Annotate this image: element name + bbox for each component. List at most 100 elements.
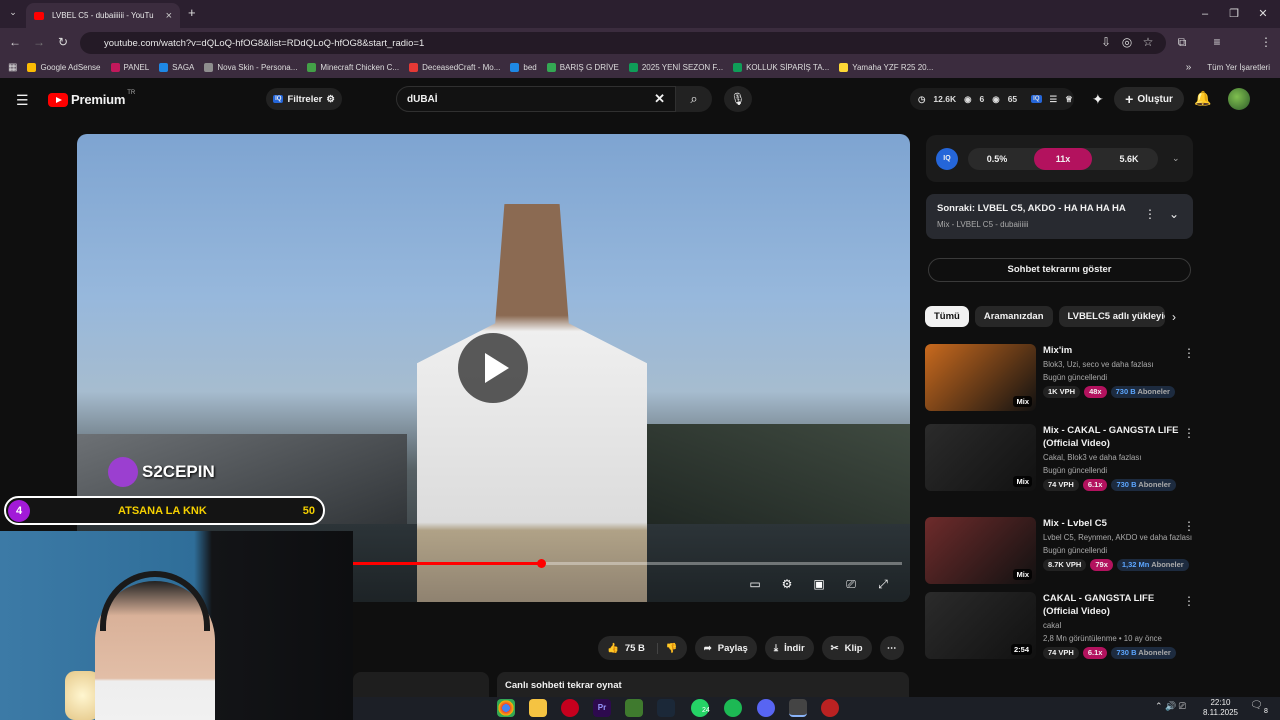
cast-icon[interactable]: ⎚	[841, 576, 861, 592]
chip-all[interactable]: Tümü	[925, 306, 969, 327]
minecraft-taskbar-icon[interactable]	[625, 699, 643, 717]
rec-thumbnail[interactable]: Mix	[925, 344, 1036, 411]
notification-icon[interactable]: 🗨	[1250, 700, 1263, 711]
up-next-panel[interactable]: Sonraki: LVBEL C5, AKDO - HA HA HA HA Mi…	[926, 194, 1193, 239]
back-icon[interactable]: ←	[7, 34, 23, 50]
clip-button[interactable]: ✂ Klip	[821, 636, 872, 660]
youtube-logo[interactable]: Premium TR	[48, 90, 135, 107]
browser-tab-active[interactable]: LVBEL C5 - dubaiiiiii - YouTu ×	[26, 3, 180, 28]
tab-close-icon[interactable]: ×	[166, 10, 172, 22]
bookmark-star-icon[interactable]: ☆	[1140, 34, 1156, 50]
extension-icon[interactable]: ✦	[1092, 91, 1104, 108]
filters-button[interactable]: IQ Filtreler ⚙	[266, 88, 342, 110]
rec-title[interactable]: Mix - Lvbel C5	[1043, 517, 1183, 530]
tracking-icon[interactable]: ◎	[1119, 34, 1135, 50]
miniplayer-icon[interactable]: ▣	[809, 576, 829, 592]
tray-icons[interactable]: ⌃ 🔊 ⎚	[1155, 701, 1186, 712]
recommendation-item[interactable]: Mix Mix - CAKAL - GANGSTA LIFE (Official …	[925, 424, 1195, 494]
chrome-active-taskbar-icon[interactable]	[789, 699, 807, 717]
share-button[interactable]: ➦ Paylaş	[694, 636, 757, 660]
search-input[interactable]: dUBAİ ✕	[396, 86, 676, 112]
rec-menu-icon[interactable]: ⋮	[1183, 426, 1195, 440]
rec-menu-icon[interactable]: ⋮	[1183, 594, 1195, 608]
notifications-bell-icon[interactable]: 🔔	[1194, 90, 1211, 107]
tab-search-icon[interactable]: ⌄	[6, 7, 20, 21]
obs-taskbar-icon[interactable]	[821, 699, 839, 717]
chip-from-search[interactable]: Aramanızdan	[974, 306, 1053, 327]
bookmarks-overflow-icon[interactable]: »	[1186, 62, 1192, 73]
subtitles-icon[interactable]: ▭	[745, 576, 765, 592]
rec-title[interactable]: Mix - CAKAL - GANGSTA LIFE (Official Vid…	[1043, 424, 1183, 450]
rec-menu-icon[interactable]: ⋮	[1183, 346, 1195, 360]
install-icon[interactable]: ⇩	[1098, 34, 1114, 50]
up-next-chevron-icon[interactable]: ⌄	[1169, 207, 1179, 221]
recommendation-item[interactable]: Mix Mix'im Blok3, Uzi, seco ve daha fazlas…	[925, 344, 1195, 414]
forward-icon[interactable]: →	[31, 34, 47, 50]
avatar[interactable]	[1228, 88, 1250, 110]
like-button[interactable]: 👍 75 B 👎	[598, 636, 687, 660]
bookmark-item[interactable]: DeceasedCraft - Mo...	[409, 62, 500, 72]
bookmark-item[interactable]: KOLLUK SİPARİŞ TA...	[733, 62, 829, 72]
rec-thumbnail[interactable]: Mix	[925, 517, 1036, 584]
media-icon[interactable]: ≡	[1209, 34, 1225, 50]
extensions-icon[interactable]: ⧉	[1174, 34, 1190, 50]
bookmark-item[interactable]: SAGA	[159, 62, 194, 72]
minimize-icon[interactable]: –	[1190, 4, 1220, 24]
recommendation-item[interactable]: 2:54 CAKAL - GANGSTA LIFE (Official Video…	[925, 592, 1195, 662]
rec-channel[interactable]: cakal	[1043, 620, 1061, 631]
voice-search-button[interactable]: 🎙	[724, 86, 752, 112]
taskbar-clock[interactable]: 22:10 8.11.2025	[1203, 698, 1238, 718]
up-next-kebab-icon[interactable]: ⋮	[1144, 207, 1156, 221]
description-box[interactable]	[353, 672, 489, 698]
download-button[interactable]: ⤓ İndir	[764, 636, 814, 660]
bookmark-item[interactable]: Minecraft Chicken C...	[307, 62, 399, 72]
award-icon[interactable]: ♕	[1065, 94, 1073, 105]
spotify-taskbar-icon[interactable]	[724, 699, 742, 717]
menu-kebab-icon[interactable]: ⋮	[1258, 34, 1274, 50]
address-bar[interactable]: youtube.com/watch?v=dQLoQ-hfOG8&list=RDd…	[80, 32, 1166, 54]
rec-menu-icon[interactable]: ⋮	[1183, 519, 1195, 533]
bookmark-item[interactable]: Yamaha YZF R25 20...	[839, 62, 933, 72]
new-tab-icon[interactable]: +	[188, 5, 196, 20]
video-progress-bar[interactable]	[353, 559, 902, 568]
steam-taskbar-icon[interactable]	[657, 699, 675, 717]
window-close-icon[interactable]: ✕	[1248, 4, 1278, 24]
bookmark-item[interactable]: 2025 YENİ SEZON F...	[628, 62, 723, 72]
bookmark-item[interactable]: BARIŞ G DRİVE	[546, 62, 619, 72]
iq-expand-icon[interactable]: ⌄	[1172, 153, 1180, 164]
fullscreen-icon[interactable]: ⤢	[873, 576, 893, 592]
rec-title[interactable]: CAKAL - GANGSTA LIFE (Official Video)	[1043, 592, 1183, 618]
chip-uploader[interactable]: LVBELC5 adlı yükleyicide	[1058, 306, 1165, 327]
chrome-taskbar-icon[interactable]	[497, 699, 515, 717]
play-button-icon[interactable]	[458, 333, 528, 403]
hamburger-menu-icon[interactable]: ☰	[16, 92, 29, 109]
all-bookmarks[interactable]: Tüm Yer İşaretleri	[1207, 63, 1270, 72]
recommendation-item[interactable]: Mix Mix - Lvbel C5 Lvbel C5, Reynmen, AKDO…	[925, 517, 1195, 587]
rec-channel[interactable]: Cakal, Blok3 ve daha fazlası	[1043, 452, 1141, 463]
settings-gear-icon[interactable]: ⚙	[777, 576, 797, 592]
discord-taskbar-icon[interactable]	[757, 699, 775, 717]
search-button[interactable]: ⌕	[676, 86, 712, 112]
reload-icon[interactable]: ↻	[55, 34, 71, 50]
rec-thumbnail[interactable]: Mix	[925, 424, 1036, 491]
clear-search-icon[interactable]: ✕	[654, 91, 665, 107]
create-button[interactable]: + Oluştur	[1114, 87, 1184, 111]
bookmark-item[interactable]: PANEL	[110, 62, 149, 72]
rec-thumbnail[interactable]: 2:54	[925, 592, 1036, 659]
premiere-taskbar-icon[interactable]: Pr	[593, 699, 611, 717]
restore-icon[interactable]: ❐	[1219, 4, 1249, 24]
iq-small-icon[interactable]: IQ	[1031, 95, 1042, 103]
rec-channel[interactable]: Lvbel C5, Reynmen, AKDO ve daha fazlası	[1043, 532, 1192, 543]
sort-icon[interactable]: ☰	[1050, 94, 1058, 105]
apps-grid-icon[interactable]: ▦	[8, 62, 17, 73]
opera-taskbar-icon[interactable]	[561, 699, 579, 717]
explorer-taskbar-icon[interactable]	[529, 699, 547, 717]
rec-title[interactable]: Mix'im	[1043, 344, 1183, 357]
show-chat-replay-button[interactable]: Sohbet tekrarını göster	[928, 258, 1191, 282]
progress-scrubber[interactable]	[537, 559, 546, 568]
bookmark-item[interactable]: Nova Skin - Persona...	[204, 62, 297, 72]
more-actions-icon[interactable]: ⋯	[879, 636, 904, 660]
chips-next-icon[interactable]: ›	[1172, 310, 1176, 324]
thumbs-down-icon[interactable]: 👎	[656, 642, 678, 654]
bookmark-item[interactable]: bed	[510, 62, 537, 72]
